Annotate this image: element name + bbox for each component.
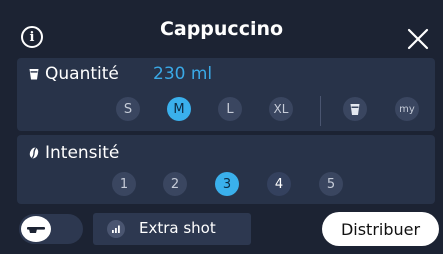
cup-icon xyxy=(29,69,39,80)
size-xl-button[interactable]: XL xyxy=(269,97,293,121)
size-s-label: S xyxy=(123,101,133,117)
size-m-label: M xyxy=(173,101,185,117)
intensity-3-label: 3 xyxy=(222,176,232,192)
milk-toggle[interactable] xyxy=(19,214,83,244)
size-xl-label: XL xyxy=(273,102,289,116)
page-title: Cappuccino xyxy=(159,18,284,40)
extra-shot-button[interactable]: Extra shot xyxy=(93,213,251,245)
intensity-5-label: 5 xyxy=(326,176,336,192)
milk-toggle-knob xyxy=(21,216,51,242)
quantity-value: 230 ml xyxy=(153,64,213,84)
header: i Cappuccino xyxy=(0,0,443,58)
quantity-panel: Quantité 230 ml S M L XL my xyxy=(17,58,435,131)
intensity-2-button[interactable]: 2 xyxy=(163,172,187,196)
my-profile-button[interactable]: my xyxy=(395,97,419,121)
intensity-5-button[interactable]: 5 xyxy=(319,172,343,196)
size-s-button[interactable]: S xyxy=(116,97,140,121)
intensity-3-button[interactable]: 3 xyxy=(215,172,239,196)
extra-shot-label: Extra shot xyxy=(139,219,216,237)
intensity-1-label: 1 xyxy=(119,176,129,192)
size-l-button[interactable]: L xyxy=(218,97,242,121)
strength-bars-icon xyxy=(107,220,125,238)
quantity-label-row: Quantité xyxy=(29,64,119,84)
size-m-button[interactable]: M xyxy=(167,97,191,121)
intensity-2-label: 2 xyxy=(170,176,180,192)
intensity-1-button[interactable]: 1 xyxy=(112,172,136,196)
intensity-label: Intensité xyxy=(45,143,120,163)
size-l-label: L xyxy=(226,101,234,117)
intensity-4-label: 4 xyxy=(274,176,284,192)
intensity-label-row: Intensité xyxy=(29,143,119,163)
coffee-bean-icon xyxy=(29,147,39,159)
quantity-label: Quantité xyxy=(45,64,119,84)
custom-cup-button[interactable] xyxy=(343,97,367,121)
close-icon[interactable] xyxy=(407,28,429,50)
intensity-4-button[interactable]: 4 xyxy=(267,172,291,196)
dispense-label: Distribuer xyxy=(340,219,421,239)
divider xyxy=(320,96,321,126)
intensity-panel: Intensité 1 2 3 4 5 xyxy=(17,135,435,204)
milk-toggle-icon xyxy=(27,227,45,233)
my-label: my xyxy=(399,103,415,115)
dispense-button[interactable]: Distribuer xyxy=(322,212,439,246)
cup-icon xyxy=(350,103,360,115)
